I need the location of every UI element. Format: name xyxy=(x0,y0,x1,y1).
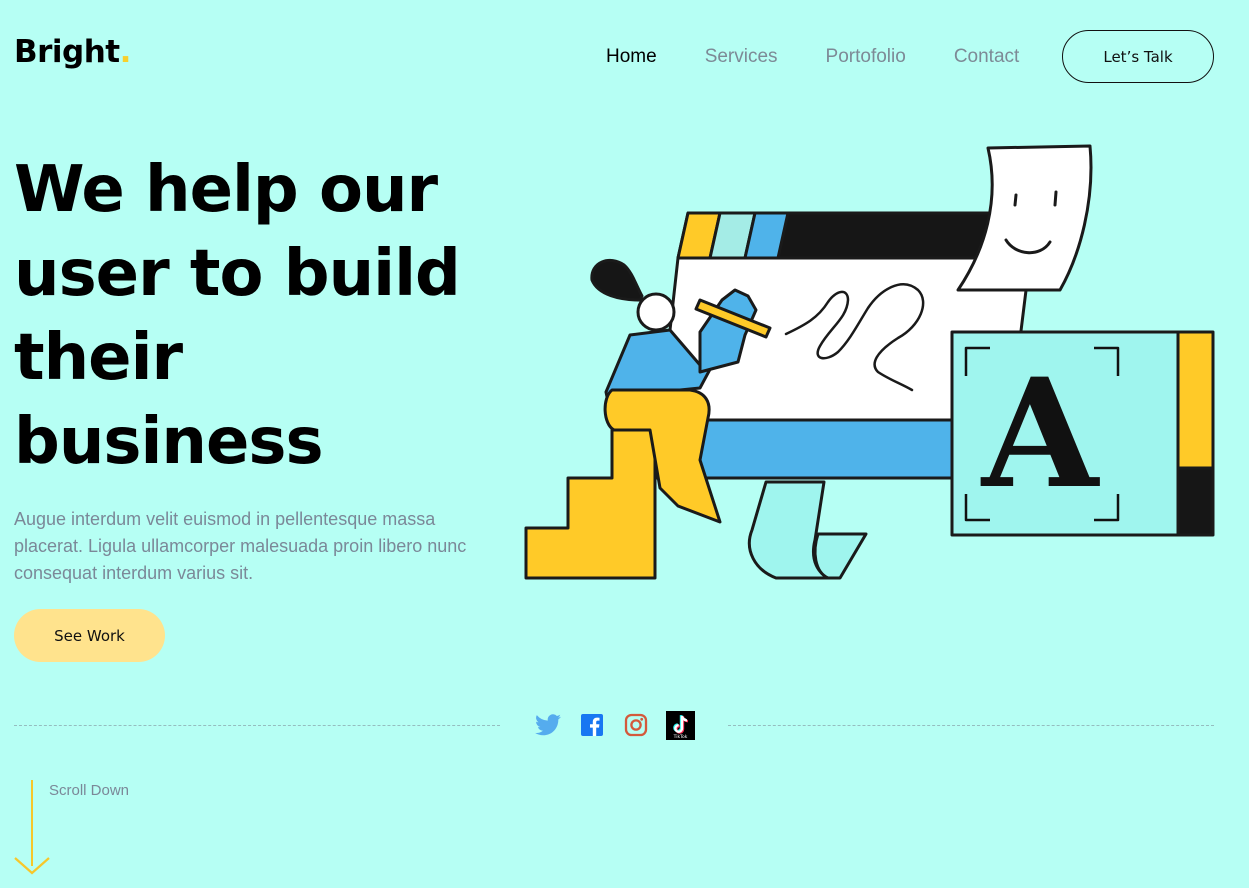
nav-item-services[interactable]: Services xyxy=(705,46,778,68)
scroll-down-label[interactable]: Scroll Down xyxy=(49,782,129,799)
tiktok-icon-label: TikTok xyxy=(672,734,687,740)
divider-left xyxy=(14,725,500,726)
stairs-graphic xyxy=(524,428,657,580)
illustration-letter: A xyxy=(980,346,1101,522)
tiktok-icon[interactable]: TikTok xyxy=(665,710,695,740)
brand-name: Bright xyxy=(14,34,120,70)
twitter-icon[interactable] xyxy=(533,710,563,740)
hero-description: Augue interdum velit euismod in pellente… xyxy=(14,509,467,583)
see-work-button[interactable]: See Work xyxy=(14,609,165,662)
brand-dot: . xyxy=(119,34,132,70)
hero-illustration: A xyxy=(524,144,1215,580)
main-nav: Home Services Portofolio Contact xyxy=(606,46,1067,68)
divider-right xyxy=(728,725,1214,726)
arrow-down-icon xyxy=(14,857,50,875)
nav-item-portofolio[interactable]: Portofolio xyxy=(826,46,906,68)
nav-item-home[interactable]: Home xyxy=(606,46,657,68)
facebook-icon[interactable] xyxy=(577,710,607,740)
nav-item-contact[interactable]: Contact xyxy=(954,46,1019,68)
instagram-icon[interactable] xyxy=(621,710,651,740)
brand-logo[interactable]: Bright. xyxy=(14,34,131,70)
landing-page: Bright. Home Services Portofolio Contact… xyxy=(0,0,1249,888)
hero-headline: We help our user to build their business xyxy=(14,153,461,479)
lets-talk-button[interactable]: Let’s Talk xyxy=(1062,30,1214,83)
